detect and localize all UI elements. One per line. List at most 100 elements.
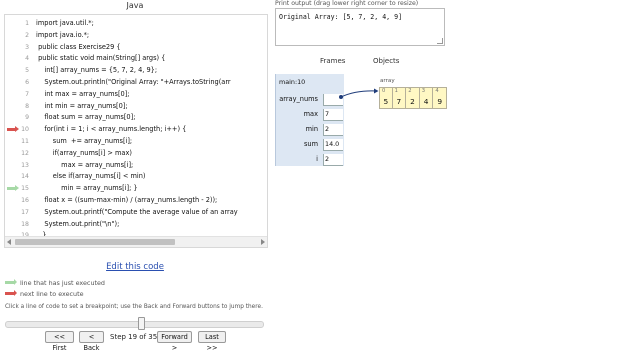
code-line[interactable]: 11 sum += array_nums[i]; bbox=[5, 136, 267, 148]
last-button[interactable]: Last >> bbox=[198, 331, 226, 352]
array-object: 0517223449 bbox=[379, 87, 447, 110]
frame-name: main:10 bbox=[279, 78, 306, 86]
code-text: float sum = array_nums[0]; bbox=[36, 113, 136, 122]
line-number: 4 bbox=[25, 55, 29, 63]
line-number: 6 bbox=[25, 78, 29, 86]
code-line[interactable]: 9 float sum = array_nums[0]; bbox=[5, 112, 267, 124]
code-line[interactable]: 2 import java.io.*; bbox=[5, 30, 267, 42]
code-line[interactable]: 17 System.out.printf("Compute the averag… bbox=[5, 207, 267, 219]
frames-header: Frames bbox=[320, 57, 346, 65]
code-editor[interactable]: 1 import java.util.*; 2 import java.io.*; 3 … bbox=[4, 14, 268, 248]
array-value: 7 bbox=[396, 97, 402, 106]
scroll-left-icon[interactable] bbox=[7, 239, 11, 245]
line-number: 15 bbox=[21, 185, 29, 193]
array-index: 1 bbox=[394, 88, 398, 94]
breakpoint-hint: Click a line of code to set a breakpoint… bbox=[5, 304, 263, 310]
edit-code-link[interactable]: Edit this code bbox=[0, 262, 270, 272]
code-line[interactable]: 12 if(array_nums[i] > max) bbox=[5, 148, 267, 160]
code-line[interactable]: 14 else if(array_nums[i] < min) bbox=[5, 171, 267, 183]
line-number: 13 bbox=[21, 161, 29, 169]
line-number: 12 bbox=[21, 149, 29, 157]
code-line[interactable]: 16 float x = ((sum-max-min) / (array_num… bbox=[5, 195, 267, 207]
variable-value bbox=[323, 94, 343, 106]
legend-executed-label: line that has just executed bbox=[20, 279, 105, 287]
objects-header: Objects bbox=[373, 57, 400, 65]
array-index: 2 bbox=[408, 88, 412, 94]
code-text: System.out.print("\n"); bbox=[36, 219, 120, 228]
array-value: 9 bbox=[437, 97, 443, 106]
code-lines: 1 import java.util.*; 2 import java.io.*; 3 … bbox=[5, 18, 267, 247]
variable-value: 7 bbox=[323, 109, 343, 121]
code-line[interactable]: 1 import java.util.*; bbox=[5, 18, 267, 30]
scrollbar-thumb[interactable] bbox=[15, 239, 175, 245]
back-button[interactable]: < Back bbox=[79, 331, 104, 352]
forward-button[interactable]: Forward > bbox=[157, 331, 192, 352]
scroll-right-icon[interactable] bbox=[261, 239, 265, 245]
horizontal-scrollbar[interactable] bbox=[5, 236, 267, 247]
code-text: int max = array_nums[0]; bbox=[36, 89, 130, 98]
code-line[interactable]: 7 int max = array_nums[0]; bbox=[5, 89, 267, 101]
code-text: min = array_nums[i]; } bbox=[36, 184, 138, 193]
array-cell: 05 bbox=[379, 87, 393, 109]
code-line[interactable]: 18 System.out.print("\n"); bbox=[5, 219, 267, 231]
variable-name: array_nums bbox=[279, 95, 318, 103]
line-number: 5 bbox=[25, 67, 29, 75]
array-cell: 22 bbox=[406, 87, 420, 109]
code-text: float x = ((sum-max-min) / (array_nums.l… bbox=[36, 195, 218, 204]
code-line[interactable]: 3 public class Exercise29 { bbox=[5, 42, 267, 54]
code-text: import java.util.*; bbox=[36, 19, 94, 27]
stack-frame: main:10 array_nums max 7 min 2 sum 14.0 i 2 bbox=[275, 74, 344, 166]
variable-value: 14.0 bbox=[323, 139, 343, 151]
step-slider[interactable] bbox=[5, 321, 264, 328]
code-line[interactable]: 4 public static void main(String[] args)… bbox=[5, 53, 267, 65]
code-text: sum += array_nums[i]; bbox=[36, 136, 133, 145]
line-number: 18 bbox=[21, 220, 29, 228]
code-text: public static void main(String[] args) { bbox=[36, 54, 166, 63]
line-number: 1 bbox=[25, 20, 29, 27]
step-slider-handle[interactable] bbox=[138, 317, 146, 330]
array-index: 3 bbox=[421, 88, 426, 94]
array-value: 2 bbox=[410, 97, 415, 106]
variable-name: max bbox=[303, 110, 318, 118]
print-output-box[interactable]: Original Array: [5, 7, 2, 4, 9] bbox=[275, 8, 445, 46]
line-number: 8 bbox=[25, 102, 29, 110]
line-number: 2 bbox=[25, 31, 29, 39]
code-text: else if(array_nums[i] < min) bbox=[36, 172, 146, 181]
code-line[interactable]: 13 max = array_nums[i]; bbox=[5, 160, 267, 172]
line-number: 3 bbox=[25, 43, 29, 51]
code-text: import java.io.*; bbox=[36, 30, 90, 39]
code-line[interactable]: 15 min = array_nums[i]; } bbox=[5, 183, 267, 195]
line-number: 11 bbox=[21, 137, 29, 145]
code-text: int[] array_nums = {5, 7, 2, 4, 9}; bbox=[36, 66, 158, 75]
code-line[interactable]: 5 int[] array_nums = {5, 7, 2, 4, 9}; bbox=[5, 65, 267, 77]
array-index: 0 bbox=[382, 88, 386, 94]
code-line[interactable]: 6 System.out.println("Original Array: "+… bbox=[5, 77, 267, 89]
code-text: System.out.printf("Compute the average v… bbox=[36, 207, 238, 216]
line-number: 9 bbox=[25, 114, 29, 122]
array-cell: 17 bbox=[392, 87, 407, 109]
array-label: array bbox=[380, 78, 395, 84]
step-counter: Step 19 of 35 bbox=[110, 333, 158, 341]
legend-next-label: next line to execute bbox=[20, 290, 84, 298]
array-value: 5 bbox=[383, 97, 389, 106]
output-label: Print output (drag lower right corner to… bbox=[275, 0, 419, 7]
red-arrow-icon bbox=[5, 290, 17, 296]
line-number: 14 bbox=[21, 173, 29, 181]
code-line[interactable]: 8 int min = array_nums[0]; bbox=[5, 101, 267, 113]
variable-name: sum bbox=[303, 140, 318, 148]
array-index: 4 bbox=[435, 88, 439, 94]
code-text: if(array_nums[i] > max) bbox=[36, 148, 132, 157]
array-cell: 34 bbox=[419, 87, 434, 109]
code-line[interactable]: 10 for(int i = 1; i < array_nums.length;… bbox=[5, 124, 267, 136]
line-number: 16 bbox=[21, 196, 29, 204]
first-button[interactable]: << First bbox=[45, 331, 74, 352]
code-panel-title: Java bbox=[126, 1, 144, 10]
line-number: 10 bbox=[21, 126, 29, 134]
code-text: for(int i = 1; i < array_nums.length; i+… bbox=[36, 125, 187, 134]
resize-grip-icon[interactable] bbox=[437, 38, 443, 44]
code-text: max = array_nums[i]; bbox=[36, 160, 134, 169]
variable-name: min bbox=[305, 125, 318, 133]
line-number: 17 bbox=[21, 208, 29, 216]
variable-value: 2 bbox=[323, 124, 343, 136]
variable-value: 2 bbox=[323, 154, 343, 166]
